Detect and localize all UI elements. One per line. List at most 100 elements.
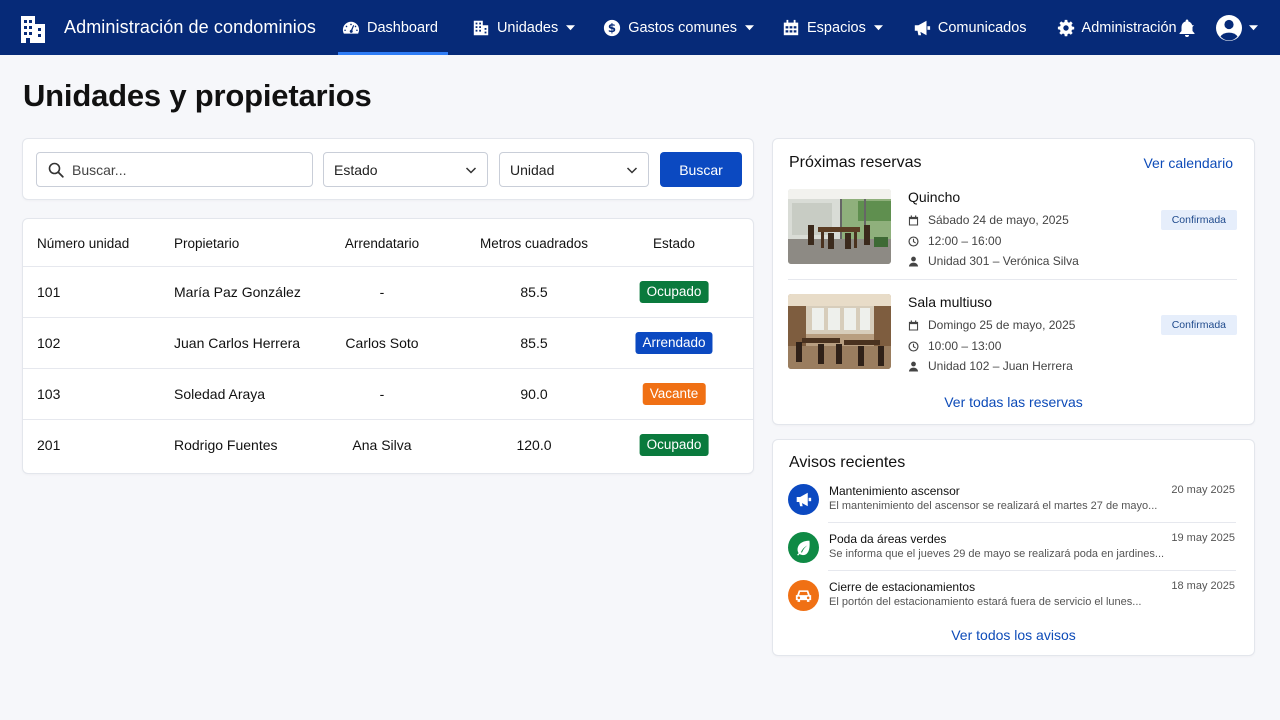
notice-date: 19 may 2025	[1171, 532, 1235, 544]
reservation-time: 10:00 – 13:00	[908, 339, 1001, 353]
table-header: Número unidad Propietario Arrendatario M…	[23, 219, 753, 267]
user-icon	[908, 256, 919, 267]
units-table: Número unidad Propietario Arrendatario M…	[22, 218, 754, 474]
nav-administracion-label: Administración	[1081, 19, 1177, 36]
search-button[interactable]: Buscar	[660, 152, 742, 187]
cell-arrendatario: Carlos Soto	[345, 335, 419, 351]
reservation-time: 12:00 – 16:00	[908, 234, 1001, 248]
status-badge: Confirmada	[1160, 315, 1237, 335]
status-badge: Ocupado	[639, 281, 709, 303]
cell-arrendatario: -	[379, 284, 385, 300]
search-icon	[48, 162, 64, 178]
reservation-item[interactable]: Quincho Sábado 24 de mayo, 2025 12:00 – …	[788, 189, 1237, 275]
view-all-reservations-link[interactable]: Ver todas las reservas	[773, 394, 1254, 410]
leaf-icon	[797, 540, 810, 556]
reservation-time-text: 10:00 – 13:00	[928, 339, 1002, 353]
table-row[interactable]: 201 Rodrigo Fuentes Ana Silva 120.0 Ocup…	[23, 419, 753, 470]
unidad-select-label: Unidad	[510, 161, 555, 178]
user-menu[interactable]	[1215, 14, 1258, 42]
divider	[788, 279, 1237, 280]
cell-metros: 120.0	[516, 437, 552, 453]
cell-propietario: Rodrigo Fuentes	[174, 437, 278, 453]
table-row[interactable]: 103 Soledad Araya - 90.0 Vacante	[23, 368, 753, 419]
cell-metros: 90.0	[520, 386, 548, 402]
notice-item[interactable]: Mantenimiento ascensor El mantenimiento …	[788, 484, 1235, 530]
cell-unidad: 102	[37, 335, 61, 351]
reservation-date-text: Sábado 24 de mayo, 2025	[928, 213, 1069, 227]
page-title: Unidades y propietarios	[23, 78, 372, 113]
reservation-date: Sábado 24 de mayo, 2025	[908, 213, 1069, 227]
car-icon	[795, 590, 812, 602]
cell-propietario: Soledad Araya	[174, 386, 266, 402]
unidad-select[interactable]: Unidad	[499, 152, 649, 187]
status-badge: Ocupado	[639, 434, 709, 456]
user-avatar-icon	[1216, 14, 1242, 41]
nav-comunicados[interactable]: Comunicados	[909, 0, 1037, 55]
table-row[interactable]: 102 Juan Carlos Herrera Carlos Soto 85.5…	[23, 317, 753, 368]
table-row[interactable]: 101 María Paz González - 85.5 Ocupado	[23, 266, 753, 317]
cell-arrendatario: -	[379, 386, 385, 402]
chevron-down-icon	[1249, 25, 1258, 31]
quincho-photo	[788, 189, 891, 264]
nav-comunicados-label: Comunicados	[937, 19, 1027, 36]
megaphone-icon	[914, 20, 930, 35]
user-icon	[908, 361, 919, 372]
calendar-icon	[908, 319, 919, 331]
search-box[interactable]	[36, 152, 313, 187]
status-badge: Arrendado	[635, 332, 713, 354]
nav-dashboard[interactable]: Dashboard	[338, 0, 448, 55]
building-logo-icon	[21, 15, 45, 43]
reservation-unit-text: Unidad 102 – Juan Herrera	[928, 359, 1073, 373]
reservation-item[interactable]: Sala multiuso Domingo 25 de mayo, 2025 1…	[788, 294, 1237, 380]
column-header-unidad[interactable]: Número unidad	[37, 236, 129, 251]
column-header-estado[interactable]: Estado	[653, 236, 695, 251]
brand[interactable]: Administración de condominios	[0, 0, 316, 55]
notice-text: Se informa que el jueves 29 de mayo se r…	[829, 548, 1165, 560]
reservation-date-text: Domingo 25 de mayo, 2025	[928, 318, 1076, 332]
reservation-space-name: Quincho	[908, 189, 961, 205]
nav-unidades[interactable]: Unidades	[468, 0, 585, 55]
cell-metros: 85.5	[520, 335, 548, 351]
cell-propietario: María Paz González	[174, 284, 301, 300]
top-navbar: Administración de condominios Dashboard …	[0, 0, 1280, 55]
svg-text:$: $	[608, 21, 616, 35]
building-icon	[473, 20, 489, 35]
notice-item[interactable]: Poda da áreas verdes Se informa que el j…	[788, 532, 1235, 578]
chevron-down-icon	[873, 25, 883, 31]
nav-gastos-comunes[interactable]: $ Gastos comunes	[599, 0, 764, 55]
cell-unidad: 201	[37, 437, 61, 453]
reservation-date: Domingo 25 de mayo, 2025	[908, 318, 1075, 332]
divider	[828, 522, 1236, 523]
view-all-notices-link[interactable]: Ver todos los avisos	[773, 627, 1254, 643]
calendar-icon	[908, 214, 919, 226]
column-header-propietario[interactable]: Propietario	[174, 236, 239, 251]
view-calendar-link[interactable]: Ver calendario	[1143, 155, 1233, 171]
column-header-arrendatario[interactable]: Arrendatario	[345, 236, 419, 251]
cell-metros: 85.5	[520, 284, 548, 300]
cell-arrendatario: Ana Silva	[352, 437, 412, 453]
gear-icon	[1057, 19, 1074, 36]
dashboard-gauge-icon	[342, 21, 360, 34]
reservations-card: Próximas reservas Ver calendario Quincho	[772, 138, 1255, 425]
sala-multiuso-photo	[788, 294, 891, 369]
notices-card: Avisos recientes Mantenimiento ascensor …	[772, 439, 1255, 656]
column-header-metros[interactable]: Metros cuadrados	[480, 236, 588, 251]
search-input[interactable]	[72, 161, 302, 178]
notice-text: El mantenimiento del ascensor se realiza…	[829, 500, 1158, 512]
status-badge: Confirmada	[1160, 210, 1237, 230]
chevron-down-icon	[745, 25, 755, 31]
estado-select[interactable]: Estado	[323, 152, 488, 187]
notice-item[interactable]: Cierre de estacionamientos El portón del…	[788, 580, 1235, 626]
reservations-title: Próximas reservas	[789, 154, 922, 171]
notice-icon-bg	[788, 484, 819, 515]
chevron-down-icon	[626, 166, 638, 174]
bell-icon[interactable]	[1177, 18, 1197, 38]
reservation-unit: Unidad 102 – Juan Herrera	[908, 359, 1073, 373]
nav-user-area	[1177, 0, 1258, 55]
nav-espacios-label: Espacios	[807, 19, 866, 36]
reservation-space-name: Sala multiuso	[908, 294, 993, 310]
cell-propietario: Juan Carlos Herrera	[174, 335, 301, 351]
nav-dashboard-label: Dashboard	[367, 19, 438, 36]
nav-espacios[interactable]: Espacios	[778, 0, 893, 55]
dollar-coin-icon: $	[604, 19, 621, 36]
